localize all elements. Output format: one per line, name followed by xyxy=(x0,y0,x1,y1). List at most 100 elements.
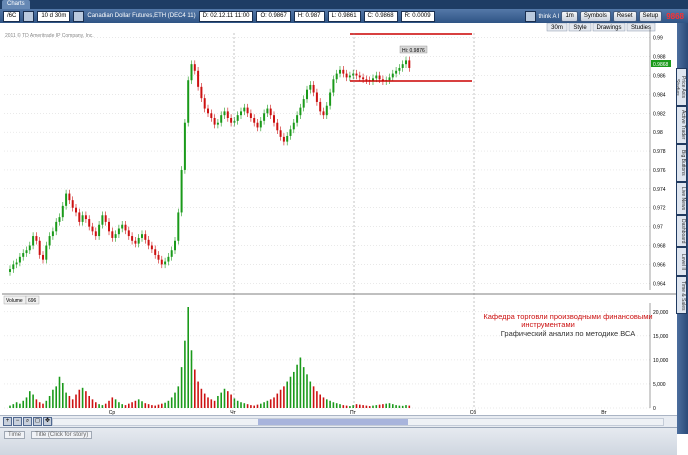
copyright-text: 2011 © TD Ameritrade IP Company, Inc. xyxy=(5,32,94,39)
volume-bar xyxy=(293,371,295,408)
candle-body xyxy=(144,234,147,240)
candle-body xyxy=(216,122,219,125)
candle-body xyxy=(309,84,312,90)
candle-body xyxy=(127,230,130,237)
candle-body xyxy=(299,107,302,116)
candle-body xyxy=(335,73,338,80)
style-label: Style xyxy=(573,25,587,31)
side-tab[interactable]: Dashboard xyxy=(676,214,687,248)
timeframe-button[interactable]: 1m xyxy=(561,11,578,22)
tab-charts[interactable]: Charts xyxy=(2,0,30,9)
symbols-button[interactable]: Symbols xyxy=(579,11,611,22)
side-tab[interactable]: Active Trader xyxy=(676,106,687,144)
side-tab[interactable]: Price Axis Studies xyxy=(676,68,687,106)
volume-bar xyxy=(151,405,153,408)
candle-body xyxy=(48,236,51,246)
volume-bar xyxy=(78,389,81,408)
volume-bar xyxy=(398,405,401,408)
candle-body xyxy=(22,253,25,257)
volume-bar xyxy=(85,391,87,408)
think-label[interactable]: think A I xyxy=(538,14,559,20)
candle-body xyxy=(292,122,295,130)
chart-type-icon[interactable] xyxy=(525,11,537,22)
volume-bar xyxy=(29,391,31,408)
volume-bar xyxy=(220,392,222,408)
candle-body xyxy=(391,73,394,78)
price-tick-label: 0.97 xyxy=(653,225,663,231)
symbol-lookup-icon[interactable] xyxy=(23,10,35,22)
side-tab[interactable]: Live News xyxy=(676,182,687,215)
status-row: Time Title (Click for story) xyxy=(4,431,93,439)
setup-button[interactable]: Setup xyxy=(638,11,663,22)
instrument-name: Canadian Dollar Futures,ETH (DEC4 11) xyxy=(87,13,196,19)
volume-bar xyxy=(256,404,259,408)
volume-bar xyxy=(22,400,24,408)
volume-bar xyxy=(157,404,160,408)
volume-bar xyxy=(131,402,133,408)
volume-bar xyxy=(250,405,252,408)
volume-bar xyxy=(395,405,397,408)
volume-bar xyxy=(362,405,364,408)
candle-body xyxy=(91,226,94,232)
magnify-icon[interactable]: ⌕ xyxy=(23,417,32,426)
volume-bar xyxy=(12,404,15,408)
candle-body xyxy=(401,64,404,68)
volume-bar xyxy=(230,394,232,408)
volume-bar xyxy=(263,402,265,408)
volume-bar xyxy=(408,405,411,408)
chart-svg[interactable]: 30m Style Drawings Studies 2011 © TD Ame… xyxy=(2,22,677,416)
candle-body xyxy=(388,77,391,81)
annotation-line3: Графический анализ по методике ВСА xyxy=(501,329,635,338)
candle-body xyxy=(325,105,328,116)
candle-body xyxy=(342,69,345,74)
candle-body xyxy=(226,111,229,118)
reset-button[interactable]: Reset xyxy=(612,11,637,22)
volume-bar xyxy=(217,395,219,408)
candle-body xyxy=(253,118,256,123)
candle-body xyxy=(197,70,200,87)
volume-bar xyxy=(276,393,279,408)
candle-body xyxy=(398,67,401,71)
chart-area[interactable]: 30m Style Drawings Studies 2011 © TD Ame… xyxy=(2,22,677,416)
ohlc-date: D: 02.12.11 11:00 xyxy=(198,10,254,22)
side-tab[interactable]: Level II xyxy=(676,247,687,277)
price-tick-label: 0.966 xyxy=(653,262,666,268)
annotation-line2: инструментами xyxy=(521,320,575,329)
hi-label: Hi: 0.9876 xyxy=(402,48,425,54)
zoom-in-icon[interactable]: + xyxy=(3,417,12,426)
interval-box[interactable]: 10 d 30m xyxy=(37,10,71,22)
volume-bar xyxy=(19,403,21,408)
volume-bar xyxy=(243,403,246,408)
zoom-out-icon[interactable]: − xyxy=(13,417,22,426)
side-tab[interactable]: Time & Sales xyxy=(676,276,687,315)
candle-body xyxy=(180,169,183,213)
time-column[interactable]: Time xyxy=(4,431,26,439)
volume-bar xyxy=(71,399,74,408)
candle-body xyxy=(378,75,381,80)
candle-body xyxy=(157,254,160,260)
volume-bar xyxy=(332,402,335,408)
symbol-input[interactable]: /6C xyxy=(3,10,21,22)
volume-bar xyxy=(335,403,338,408)
volume-bar xyxy=(42,403,44,408)
candle-body xyxy=(306,89,308,100)
candle-body xyxy=(71,200,74,208)
horizontal-scrollbar[interactable] xyxy=(52,418,664,426)
volume-bar xyxy=(108,400,110,408)
link-icon[interactable] xyxy=(73,10,85,22)
volume-bar xyxy=(213,400,216,408)
candle-body xyxy=(78,212,81,222)
volume-bar xyxy=(45,400,48,408)
candle-body xyxy=(28,245,31,251)
candle-body xyxy=(276,122,279,131)
side-tab[interactable]: Big Buttons xyxy=(676,144,687,182)
candle-body xyxy=(332,79,335,93)
candle-body xyxy=(263,113,266,121)
title-column[interactable]: Title (Click for story) xyxy=(31,431,93,439)
candle-body xyxy=(345,73,348,78)
pan-icon[interactable]: ✥ xyxy=(43,417,52,426)
scrollbar-thumb[interactable] xyxy=(258,419,408,425)
fit-icon[interactable]: ◻ xyxy=(33,417,42,426)
candle-body xyxy=(94,231,97,237)
volume-bar xyxy=(253,405,255,408)
